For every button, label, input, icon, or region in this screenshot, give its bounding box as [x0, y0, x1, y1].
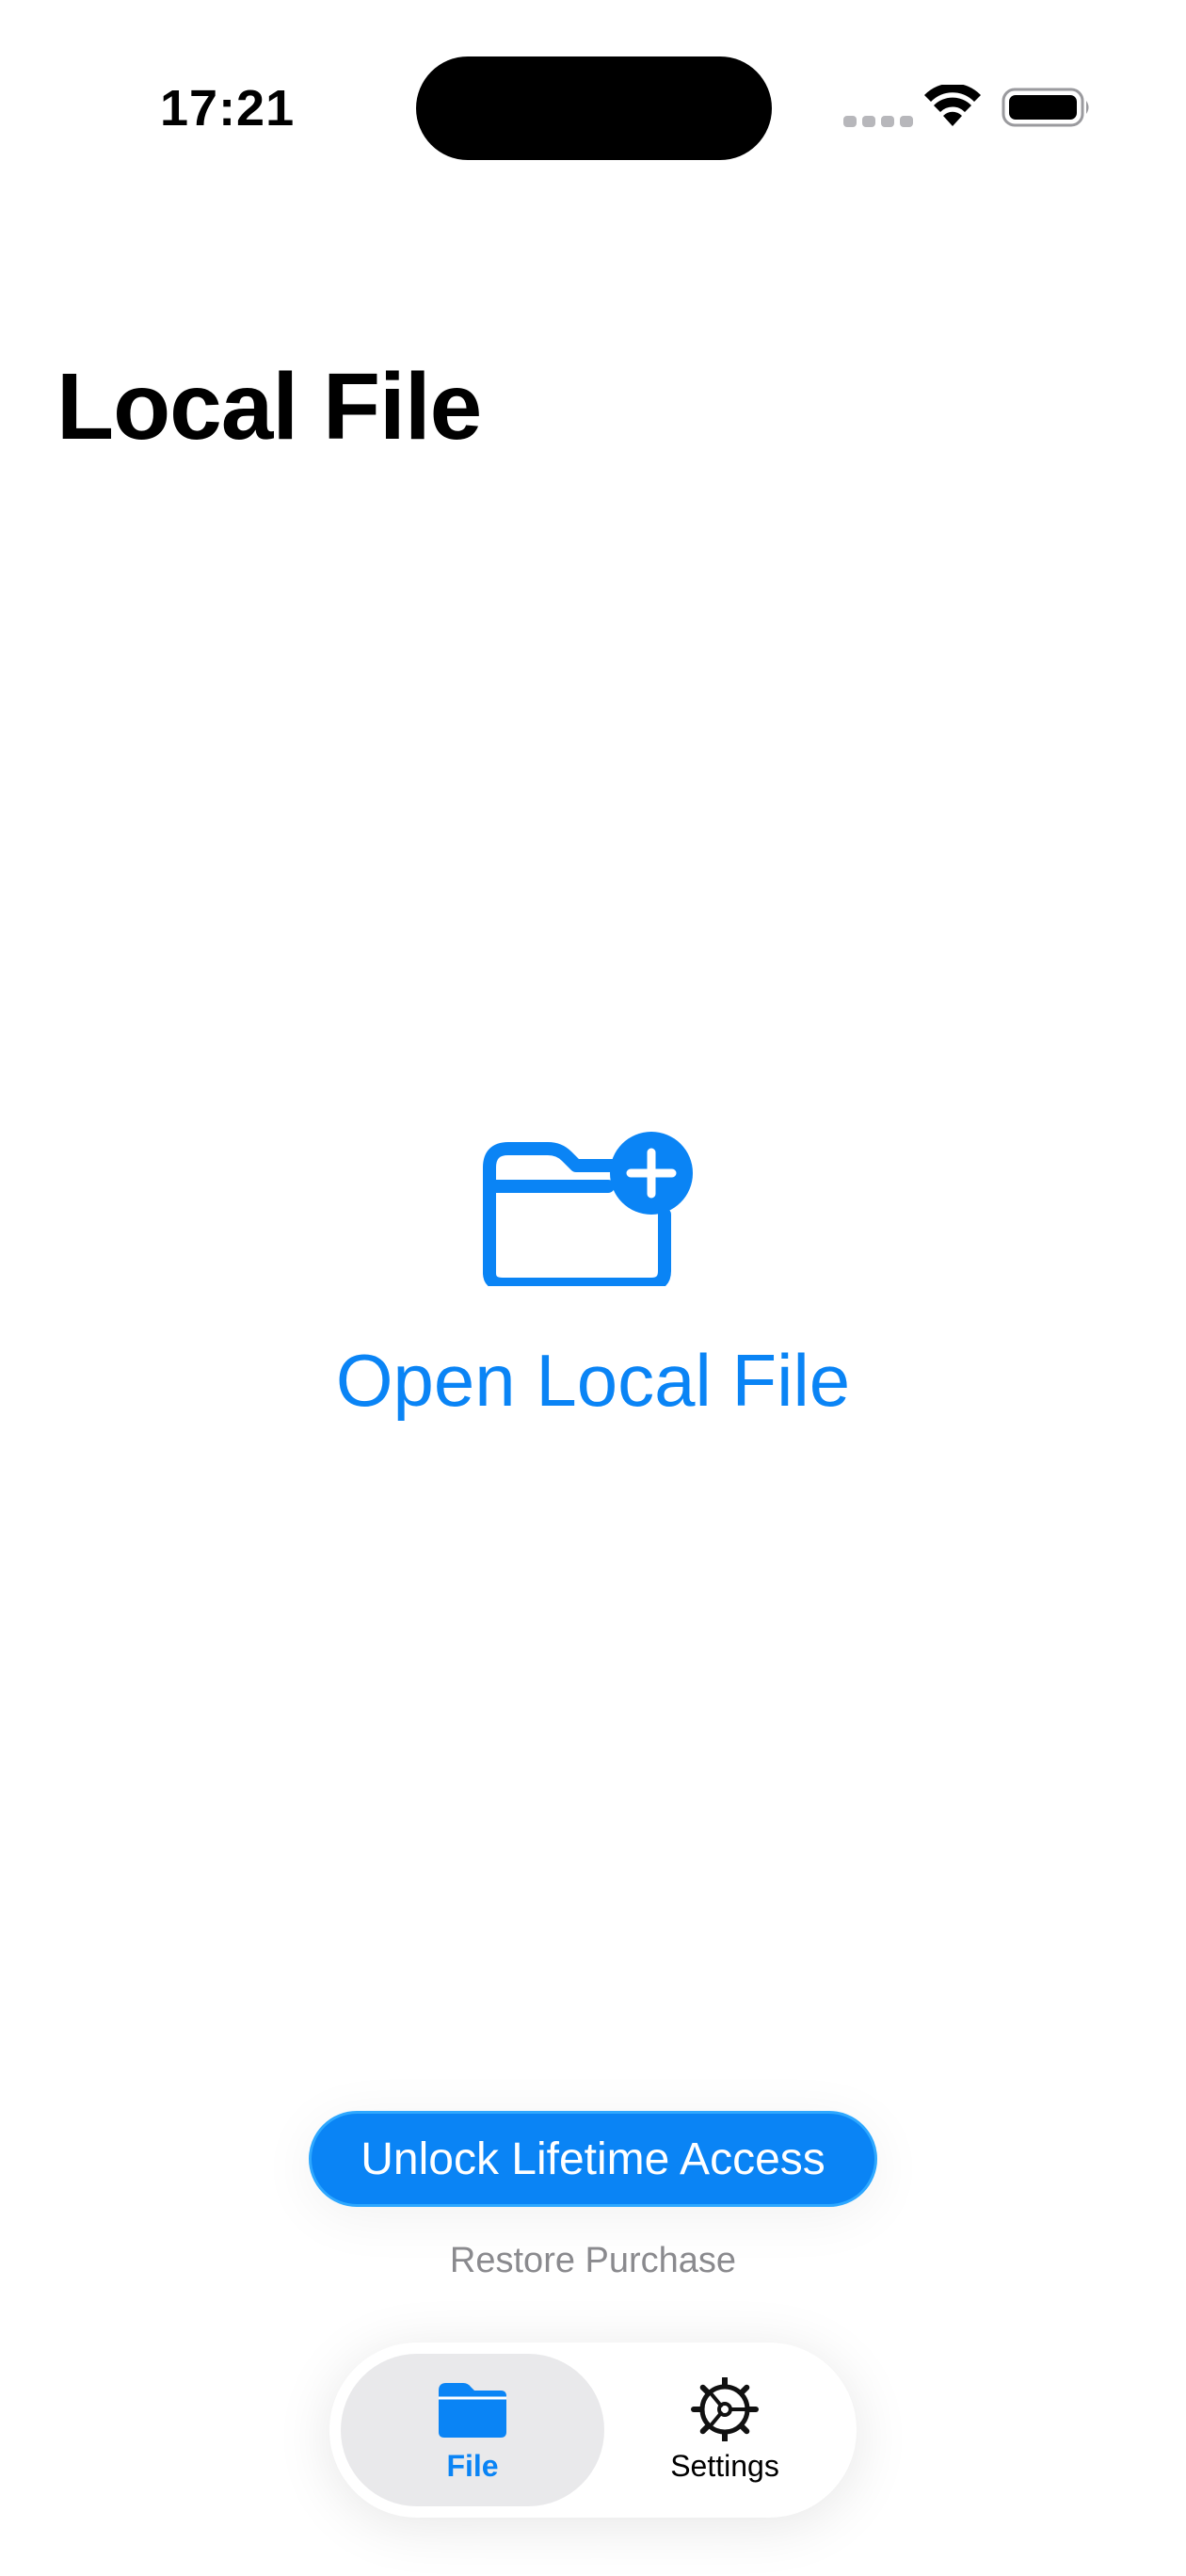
tab-file[interactable]: File — [341, 2354, 604, 2506]
tab-bar: File Settings — [329, 2343, 857, 2518]
status-bar: 17:21 — [0, 0, 1186, 188]
dynamic-island — [416, 56, 772, 160]
tab-settings-label: Settings — [670, 2448, 779, 2483]
gear-icon — [691, 2376, 759, 2441]
wifi-icon — [924, 85, 981, 126]
cellular-signal-icon — [843, 116, 913, 127]
tab-settings[interactable]: Settings — [604, 2354, 845, 2506]
tab-file-label: File — [446, 2448, 499, 2483]
folder-plus-icon — [483, 1132, 693, 1286]
open-local-file-button[interactable]: Open Local File — [282, 1111, 904, 1450]
battery-icon — [1002, 88, 1089, 127]
folder-icon — [439, 2382, 506, 2438]
page-title: Local File — [56, 354, 482, 459]
unlock-lifetime-access-button[interactable]: Unlock Lifetime Access — [309, 2111, 877, 2207]
status-time: 17:21 — [160, 80, 296, 137]
restore-purchase-link[interactable]: Restore Purchase — [311, 2241, 875, 2281]
open-local-file-label: Open Local File — [335, 1339, 851, 1422]
